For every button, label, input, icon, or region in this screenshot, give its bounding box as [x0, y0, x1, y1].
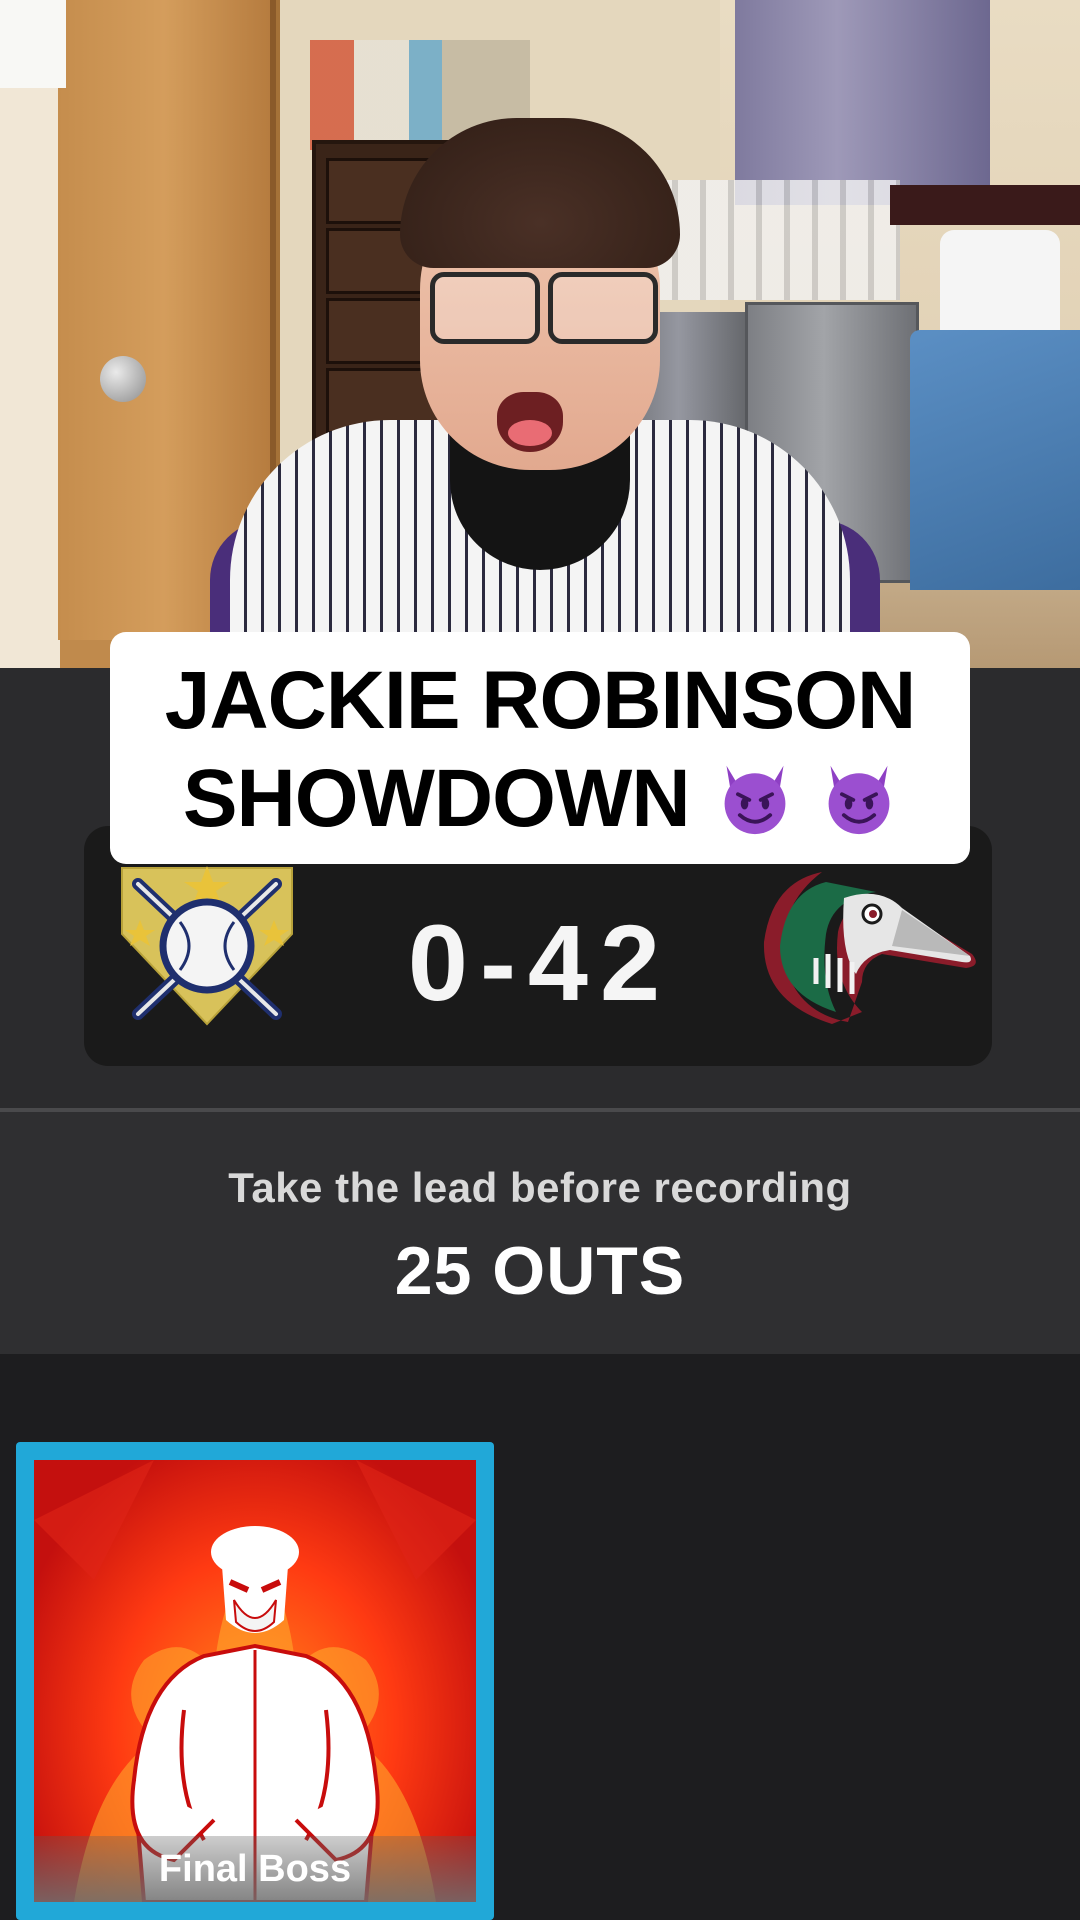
objective-outs: 25 OUTS: [394, 1233, 686, 1309]
game-score: 0-42: [407, 902, 673, 1023]
smiling-face-with-horns-icon: [828, 765, 890, 835]
title-line-2: SHOWDOWN: [110, 752, 970, 846]
card-label: Final Boss: [158, 1848, 352, 1890]
title-line-2-text: SHOWDOWN: [182, 753, 691, 844]
person-tongue: [508, 420, 552, 446]
loon-bird-icon: [763, 872, 976, 1024]
away-team-logo: [752, 862, 984, 1032]
curtain: [735, 0, 990, 205]
title-line-1: JACKIE ROBINSON: [164, 655, 916, 746]
bed: [910, 330, 1080, 590]
bottles: [650, 180, 900, 300]
glasses-lens: [430, 272, 540, 344]
smiling-face-with-horns-icon: [724, 765, 786, 835]
webcam-feed: [0, 0, 1080, 668]
wall-paper: [0, 0, 66, 88]
glasses: [430, 272, 658, 344]
home-team-logo: [118, 864, 296, 1028]
bed-frame: [890, 185, 1080, 225]
objective-text: Take the lead before recording: [228, 1164, 852, 1211]
crossed-bats-icon: [121, 866, 293, 1026]
glasses-lens: [548, 272, 658, 344]
door-knob: [100, 356, 146, 402]
